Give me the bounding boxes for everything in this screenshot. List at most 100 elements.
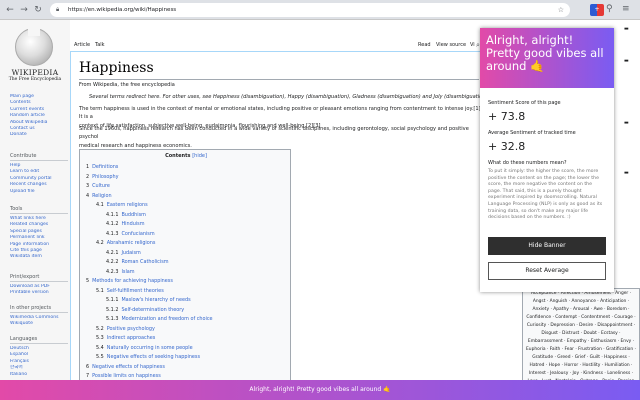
sidebar-other-projects: In other projects Wikimedia Commons Wikiq…	[10, 305, 68, 328]
toc-item[interactable]: 5.1.1 Maslow's hierarchy of needs	[106, 297, 191, 303]
browser-menu-icon[interactable]: ≡	[622, 4, 630, 14]
toc-link[interactable]: Hinduism	[121, 221, 144, 227]
toc-number: 4.1.1	[106, 211, 119, 218]
toc-number: 5.2	[96, 325, 104, 332]
toc-link[interactable]: Methods for achieving happiness	[92, 278, 173, 284]
toc-item[interactable]: 4.2.1 Judaism	[106, 250, 141, 256]
toc-link[interactable]: Philosophy	[92, 174, 118, 180]
sidebar-head-tools: Tools	[10, 206, 68, 214]
wiki-sidebar: WIKIPEDIA The Free Encyclopedia Main pag…	[0, 20, 70, 400]
toc-link[interactable]: Negative effects of happiness	[92, 364, 165, 370]
toc-item[interactable]: 4.2.3 Islam	[106, 269, 135, 275]
toc-link[interactable]: Roman Catholicism	[121, 259, 168, 265]
toc-item[interactable]: 4.1.2 Hinduism	[106, 221, 144, 227]
table-of-contents: Contents [hide] 1 Definitions 2 Philosophy 3…	[79, 149, 291, 400]
toc-link[interactable]: Self-determination theory	[121, 307, 184, 313]
lock-icon[interactable]: 🔒︎	[56, 3, 59, 17]
toc-link[interactable]: Positive psychology	[107, 326, 155, 332]
average-label: Average Sentiment of tracked time	[488, 130, 576, 136]
toc-number: 4.1	[96, 202, 104, 208]
toc-number: 4.2.3	[106, 268, 119, 275]
toc-number: 5.4	[96, 344, 104, 351]
toc-link[interactable]: Definitions	[92, 164, 118, 170]
right-edge-marker: ▬	[624, 120, 629, 126]
tab-read[interactable]: Read	[418, 42, 431, 48]
toc-item[interactable]: 5.1.3 Modernization and freedom of choice	[106, 316, 213, 322]
toc-link[interactable]: Judaism	[121, 250, 140, 256]
extensions-puzzle-icon[interactable]: ⚲	[606, 4, 613, 14]
toc-link[interactable]: Modernization and freedom of choice	[121, 316, 212, 322]
toc-link[interactable]: Abrahamic religions	[107, 240, 156, 246]
toc-item[interactable]: 4.1.1 Buddhism	[106, 212, 146, 218]
toc-link[interactable]: Religion	[92, 193, 111, 199]
toc-number: 5.3	[96, 335, 104, 341]
bookmark-star-icon[interactable]: ☆	[558, 3, 564, 17]
intro-line: Since the 1960s, happiness research has …	[79, 126, 469, 141]
toc-number: 4	[86, 192, 90, 199]
forward-icon[interactable]: →	[18, 4, 30, 16]
toc-item[interactable]: 4.2 Abrahamic religions	[96, 240, 155, 246]
extension-label: +	[594, 6, 600, 13]
toc-item[interactable]: 4.2.2 Roman Catholicism	[106, 259, 169, 265]
toc-item[interactable]: 5.2 Positive psychology	[96, 326, 155, 332]
toc-item[interactable]: 3 Culture	[86, 183, 110, 189]
title-divider	[79, 79, 479, 80]
toc-item[interactable]: 5.5 Negative effects of seeking happiness	[96, 354, 200, 360]
toc-link[interactable]: Possible limits on happiness	[92, 373, 161, 379]
toc-item[interactable]: 5.3 Indirect approaches	[96, 335, 155, 341]
sidebar-item[interactable]: Donate	[10, 132, 68, 138]
toc-number: 5.1	[96, 287, 104, 294]
globe-missing-piece	[28, 28, 40, 36]
toc-link[interactable]: Self-fulfillment theories	[107, 288, 164, 294]
toc-link[interactable]: Islam	[121, 269, 134, 275]
tab-view-source[interactable]: View source	[436, 42, 466, 48]
reset-average-button[interactable]: Reset Average	[488, 262, 606, 280]
toc-item[interactable]: 7 Possible limits on happiness	[86, 373, 161, 379]
tab-article[interactable]: Article	[74, 42, 90, 48]
toc-link[interactable]: Culture	[92, 183, 110, 189]
toc-item[interactable]: 2 Philosophy	[86, 174, 119, 180]
toc-number: 2	[86, 173, 90, 180]
back-icon[interactable]: ←	[4, 4, 16, 16]
toc-item[interactable]: 4.1 Eastern religions	[96, 202, 148, 208]
address-bar[interactable]: 🔒︎ https://en.wikipedia.org/wiki/Happine…	[50, 3, 570, 17]
toc-item[interactable]: 5.1.2 Self-determination theory	[106, 307, 184, 313]
toc-hide-link[interactable]: [hide]	[192, 153, 207, 159]
toc-number: 4.2.2	[106, 259, 119, 265]
toc-link[interactable]: Eastern religions	[107, 202, 148, 208]
toc-link[interactable]: Indirect approaches	[107, 335, 156, 341]
toc-link[interactable]: Maslow's hierarchy of needs	[121, 297, 190, 303]
reload-icon[interactable]: ↻	[32, 4, 44, 16]
sentiment-popup: Alright, alright! Pretty good vibes all …	[480, 28, 614, 292]
toc-item[interactable]: 4.1.3 Confucianism	[106, 231, 155, 237]
toc-item[interactable]: 5 Methods for achieving happiness	[86, 278, 173, 284]
wikipedia-tagline: The Free Encyclopedia	[8, 77, 62, 82]
sidebar-item[interactable]: Wikidata item	[10, 254, 68, 260]
toc-link[interactable]: Buddhism	[121, 212, 145, 218]
hide-banner-button[interactable]: Hide Banner	[488, 237, 606, 255]
tab-view-history[interactable]: Vi	[470, 42, 475, 48]
toc-number: 4.2.1	[106, 249, 119, 256]
sidebar-item[interactable]: Wikiquote	[10, 321, 68, 327]
toc-item[interactable]: 4 Religion	[86, 193, 112, 199]
toc-link[interactable]: Confucianism	[121, 231, 154, 237]
popup-headline: Alright, alright! Pretty good vibes all …	[480, 28, 614, 88]
toc-title-text: Contents	[165, 153, 191, 159]
browser-toolbar: ← → ↻ 🔒︎ https://en.wikipedia.org/wiki/H…	[0, 0, 640, 20]
toc-link[interactable]: Naturally occurring in some people	[107, 345, 193, 351]
sidebar-item[interactable]: Italiano	[10, 372, 68, 378]
hatnote: Several terms redirect here. For other u…	[89, 94, 481, 100]
sidebar-item[interactable]: Printable version	[10, 290, 68, 296]
toc-item[interactable]: 1 Definitions	[86, 164, 118, 170]
toc-link[interactable]: Negative effects of seeking happiness	[107, 354, 200, 360]
url-text: https://en.wikipedia.org/wiki/Happiness	[68, 7, 177, 13]
toc-item[interactable]: 5.1 Self-fulfillment theories	[96, 288, 164, 294]
sentiment-extension-icon[interactable]: +	[590, 4, 604, 16]
toc-item[interactable]: 6 Negative effects of happiness	[86, 364, 165, 370]
tab-talk[interactable]: Talk	[95, 42, 105, 48]
right-edge-marker: ▬	[624, 58, 629, 64]
toc-number: 5.5	[96, 354, 104, 360]
toc-item[interactable]: 5.4 Naturally occurring in some people	[96, 345, 193, 351]
sidebar-item[interactable]: Upload file	[10, 189, 68, 195]
page-tabs: Article Talk Read View source Vi	[70, 40, 480, 52]
